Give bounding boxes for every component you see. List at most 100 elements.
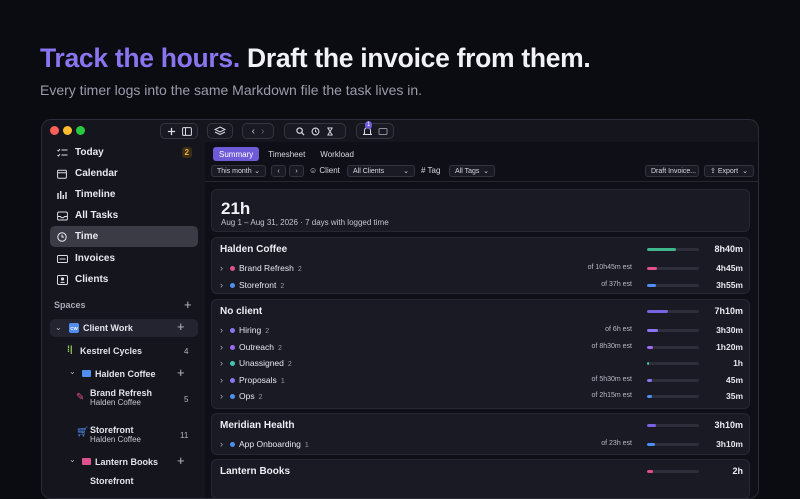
previous-period-button[interactable]: ‹ — [271, 165, 286, 177]
project-hours: 3h30m — [716, 325, 743, 335]
tab-summary[interactable]: Summary — [213, 147, 260, 161]
project-color-dot — [230, 266, 235, 271]
back-icon[interactable]: ‹ — [252, 126, 255, 137]
plus-icon[interactable] — [167, 127, 176, 136]
project-color-dot — [230, 282, 235, 288]
chevron-right-icon[interactable]: › — [220, 375, 223, 385]
client-total-hours: 7h10m — [714, 306, 743, 316]
client-group-lantern-books[interactable]: Lantern Books 2h — [211, 459, 750, 498]
tag-value: All Tags — [455, 167, 480, 175]
client-name: Lantern Books — [220, 466, 291, 477]
notifications-group — [356, 123, 394, 139]
close-window-button[interactable] — [50, 126, 59, 135]
chevron-down-icon[interactable]: ⌄ — [69, 367, 76, 376]
add-space-button[interactable]: + — [184, 298, 192, 311]
export-button[interactable]: ⇪ Export ⌄ — [704, 165, 754, 177]
chevron-down-icon: ⌄ — [254, 168, 260, 175]
chevron-right-icon[interactable]: › — [220, 325, 223, 335]
chevron-right-icon[interactable]: › — [220, 358, 223, 368]
project-brand-refresh[interactable]: ✎ Brand Refresh Halden Coffee 5 — [50, 388, 198, 410]
search-icon[interactable] — [296, 126, 305, 136]
chevron-right-icon[interactable]: › — [220, 280, 223, 290]
chevron-down-icon[interactable]: ⌄ — [69, 455, 76, 464]
add-to-space-button[interactable]: + — [177, 320, 185, 333]
forward-icon[interactable]: › — [261, 126, 264, 137]
project-row[interactable]: › Unassigned 2 1h — [212, 355, 749, 371]
client-name: Halden Coffee — [220, 244, 288, 255]
project-progress-fill — [647, 345, 654, 349]
sidebar-toggle-icon[interactable] — [181, 126, 192, 136]
hourglass-icon[interactable] — [326, 126, 334, 136]
chevron-right-icon[interactable]: › — [220, 439, 223, 449]
project-name: Brand Refresh — [90, 388, 153, 398]
folder-lantern-books[interactable]: ⌄ Lantern Books + — [50, 452, 198, 470]
client-group-meridian-health[interactable]: Meridian Health 3h10m › App Onboarding 1 of 2… — [211, 413, 750, 455]
client-total-hours: 2h — [732, 466, 743, 476]
estimate-text: of 8h30m est — [591, 342, 632, 350]
next-period-button[interactable]: › — [289, 165, 304, 177]
client-group-no-client[interactable]: No client 7h10m › Hiring 2 of 6h est 3h30m › Out… — [211, 299, 750, 409]
layers-icon — [214, 125, 226, 135]
chevron-right-icon[interactable]: › — [220, 263, 223, 273]
sidebar-item-calendar[interactable]: Calendar — [50, 163, 198, 184]
chevron-right-icon[interactable]: › — [220, 342, 223, 352]
sidebar-item-all-tasks[interactable]: All Tasks — [50, 205, 198, 226]
project-color-dot — [230, 328, 235, 333]
sidebar-item-time[interactable]: Time — [50, 226, 198, 247]
project-kestrel-cycles[interactable]: ⁞| Kestrel Cycles 4 — [50, 341, 198, 359]
timeline-icon — [56, 189, 68, 201]
date-range: Aug 1 – Aug 31, 2026 · 7 days with logge… — [221, 218, 389, 227]
timer-icon[interactable] — [311, 127, 320, 136]
project-progress-bar — [647, 329, 699, 332]
project-storefront-lantern[interactable]: Storefront — [50, 472, 198, 490]
client-group-halden-coffee[interactable]: Halden Coffee 8h40m › Brand Refresh 2 of 10h4… — [211, 237, 750, 294]
sidebar-item-invoices[interactable]: Invoices — [50, 248, 198, 269]
minimize-window-button[interactable] — [63, 126, 72, 135]
project-row[interactable]: › Outreach 2 of 8h30m est 1h20m — [212, 339, 749, 355]
chevron-right-icon[interactable]: › — [220, 391, 223, 401]
client-progress-bar — [647, 248, 699, 251]
layers-menu-button[interactable] — [207, 123, 233, 139]
time-view: Summary Timesheet Workload This month ⌄ ‹… — [205, 142, 758, 498]
project-row[interactable]: › Brand Refresh 2 of 10h45m est 4h45m — [212, 260, 749, 276]
tab-workload[interactable]: Workload — [314, 147, 360, 161]
project-name: Ops 2 — [239, 391, 263, 401]
new-and-sidebar-group — [160, 123, 198, 139]
project-progress-bar — [647, 345, 699, 349]
project-name-text: Ops — [239, 391, 255, 402]
client-progress-bar — [647, 424, 699, 427]
project-storefront[interactable]: 🛒︎ Storefront Halden Coffee 11 — [50, 424, 198, 446]
sidebar-item-label: Calendar — [75, 168, 118, 179]
divider — [205, 181, 758, 182]
project-row[interactable]: › Ops 2 of 2h15m est 35m — [212, 388, 749, 404]
tag-select[interactable]: All Tags ⌄ — [449, 165, 495, 177]
sidebar-item-today[interactable]: Today 2 — [50, 142, 198, 163]
zoom-window-button[interactable] — [76, 126, 85, 135]
add-to-folder-button[interactable]: + — [177, 366, 185, 379]
project-row[interactable]: › App Onboarding 1 of 23h est 3h10m — [212, 436, 749, 452]
period-value: This month — [217, 167, 252, 175]
project-row[interactable]: › Hiring 2 of 6h est 3h30m — [212, 322, 749, 338]
invoice-icon — [56, 253, 68, 265]
sidebar-item-clients[interactable]: Clients — [50, 269, 198, 290]
draft-invoice-button[interactable]: Draft Invoice... — [645, 165, 699, 177]
sidebar-item-label: Invoices — [75, 253, 116, 264]
sync-icon[interactable] — [378, 127, 388, 136]
space-client-work[interactable]: ⌄ CW Client Work + — [50, 319, 198, 337]
client-select[interactable]: All Clients ⌄ — [347, 165, 415, 177]
project-row[interactable]: › Proposals 1 of 5h30m est 45m — [212, 372, 749, 388]
tab-timesheet[interactable]: Timesheet — [262, 147, 311, 161]
project-color-dot — [230, 377, 235, 383]
chevron-down-icon[interactable]: ⌄ — [55, 323, 62, 332]
project-row[interactable]: › Storefront 2 of 37h est 3h55m — [212, 277, 749, 293]
history-nav-group: ‹ › — [242, 123, 274, 139]
project-label: Kestrel Cycles — [80, 346, 143, 356]
view-tabs: Summary Timesheet Workload — [213, 147, 360, 161]
folder-halden-coffee[interactable]: ⌄ Halden Coffee + — [50, 364, 198, 382]
project-progress-fill — [647, 378, 653, 382]
sidebar-item-timeline[interactable]: Timeline — [50, 184, 198, 205]
project-count: 5 — [184, 395, 189, 404]
add-to-folder-button[interactable]: + — [177, 454, 185, 467]
project-name: Storefront — [90, 425, 134, 435]
period-select[interactable]: This month ⌄ — [211, 165, 266, 177]
